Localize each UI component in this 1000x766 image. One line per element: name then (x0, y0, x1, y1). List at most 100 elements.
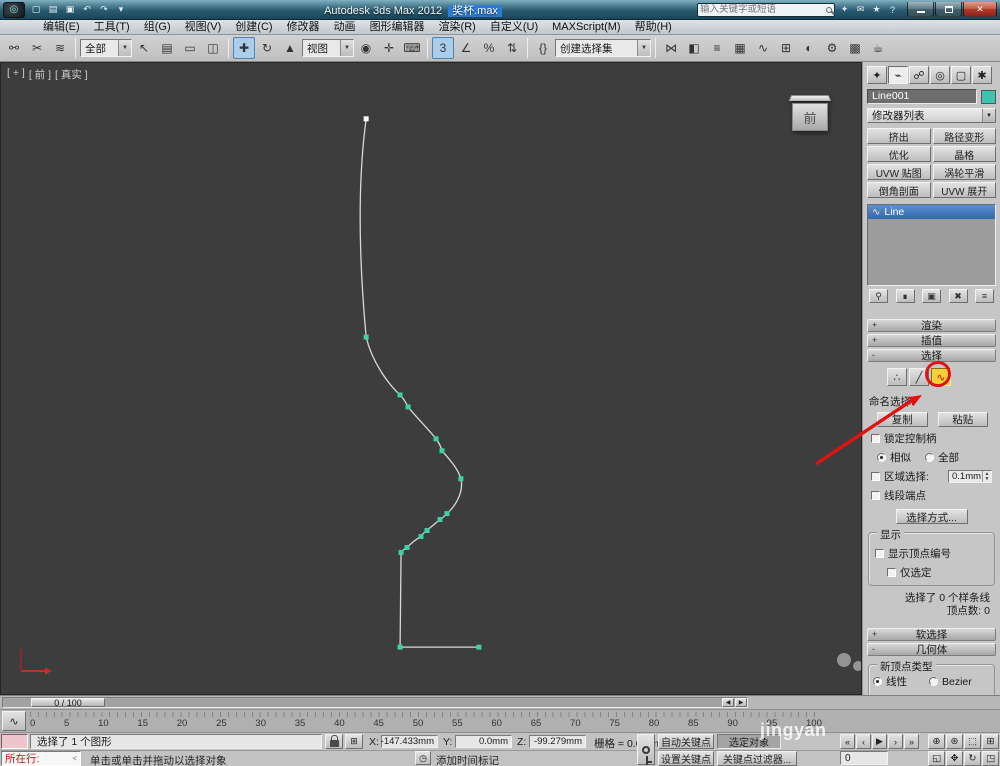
modifier-button[interactable]: 倒角剖面 (867, 182, 931, 198)
next-frame-icon[interactable]: › (888, 734, 903, 749)
reference-coordinate-dropdown[interactable]: 视图 ▼ (302, 39, 354, 57)
go-to-end-icon[interactable]: » (904, 734, 919, 749)
select-and-link-icon[interactable]: ⚯ (3, 37, 25, 59)
modifier-button[interactable]: 路径变形 (932, 128, 996, 144)
schematic-view-icon[interactable]: ⊞ (775, 37, 797, 59)
modifier-list-dropdown[interactable]: 修改器列表 ▼ (867, 108, 996, 123)
area-selection-checkbox[interactable] (871, 472, 880, 481)
modifier-button[interactable]: UVW 贴图 (867, 164, 931, 180)
utilities-tab[interactable]: ✱ (972, 66, 992, 84)
spline-vertex[interactable] (405, 404, 411, 410)
open-file-icon[interactable]: ▤ (45, 2, 61, 17)
use-pivot-center-icon[interactable]: ◉ (355, 37, 377, 59)
align-icon[interactable]: ◧ (683, 37, 705, 59)
zoom-all-icon[interactable]: ⊛ (946, 734, 963, 749)
spline-vertex[interactable] (418, 534, 424, 539)
maximize-viewport-icon[interactable]: ◳ (982, 751, 999, 766)
add-time-tag[interactable]: 添加时间标记 (436, 753, 499, 766)
spline-vertex[interactable] (404, 544, 410, 550)
menu-item[interactable]: 渲染(R) (432, 20, 483, 34)
keyboard-override-icon[interactable]: ⌨ (401, 37, 423, 59)
vertex-type-radio[interactable]: Bezier (929, 674, 990, 689)
segment-end-checkbox[interactable]: 线段端点 (871, 488, 1000, 503)
spline-vertex[interactable] (363, 116, 369, 122)
subscription-icon[interactable]: ✦ (837, 3, 852, 17)
similar-radio[interactable]: 相似 (877, 450, 911, 465)
modify-tab[interactable]: ⌁ (888, 66, 908, 84)
zoom-region-icon[interactable]: ◱ (928, 751, 945, 766)
edit-named-selection-sets-icon[interactable]: {} (532, 37, 554, 59)
layer-manager-icon[interactable]: ≡ (706, 37, 728, 59)
select-by-name-icon[interactable]: ▤ (156, 37, 178, 59)
select-and-move-icon[interactable]: ✚ (233, 37, 255, 59)
project-folder-icon[interactable]: ▾ (113, 2, 129, 17)
modifier-button[interactable]: 挤出 (867, 128, 931, 144)
spline-vertex[interactable] (397, 392, 403, 398)
search-input[interactable] (700, 4, 826, 15)
menu-item[interactable]: 修改器 (280, 20, 327, 34)
pan-icon[interactable]: ✥ (946, 751, 963, 766)
macro-recorder-pane[interactable] (1, 734, 28, 749)
select-and-rotate-icon[interactable]: ↻ (256, 37, 278, 59)
mini-curve-editor-icon[interactable]: ∿ (2, 711, 26, 731)
spline-vertex[interactable] (458, 476, 464, 482)
all-radio[interactable]: 全部 (925, 450, 959, 465)
viewcube[interactable]: 前 (783, 93, 839, 137)
viewport-front[interactable]: [ + ] [ 前 ] [ 真实 ] 前 (0, 62, 862, 695)
modifier-button[interactable]: 涡轮平滑 (932, 164, 996, 180)
configure-modifier-sets-icon[interactable]: ≡ (975, 289, 994, 303)
create-tab[interactable]: ✦ (867, 66, 887, 84)
viewport-menu-general[interactable]: [ + ] (7, 67, 25, 82)
menu-item[interactable]: 创建(C) (228, 20, 279, 34)
graphite-ribbon-icon[interactable]: ▦ (729, 37, 751, 59)
material-editor-icon[interactable]: ◐ (798, 37, 820, 59)
spline-curve[interactable] (359, 118, 479, 648)
modifier-stack[interactable]: ∿ Line (867, 204, 996, 286)
viewport-menu-view[interactable]: [ 前 ] (29, 67, 51, 82)
rollout-geometry[interactable]: - 几何体 (867, 643, 996, 656)
y-coordinate-field[interactable]: 0.0mm (455, 735, 512, 748)
object-color-swatch[interactable] (981, 89, 996, 104)
remove-modifier-icon[interactable]: ✖ (948, 289, 968, 303)
spinner-arrows-icon[interactable]: ▲ ▼ (982, 471, 991, 482)
snap-toggle-3d-icon[interactable]: 3 (432, 37, 454, 59)
menu-item[interactable]: 帮助(H) (628, 20, 679, 34)
spline-subobject-icon[interactable]: ∿ (931, 368, 951, 386)
angle-snap-icon[interactable]: ∠ (455, 37, 477, 59)
menu-item[interactable]: 工具(T) (87, 20, 137, 34)
minimize-button[interactable] (907, 2, 934, 17)
select-and-manipulate-icon[interactable]: ✛ (378, 37, 400, 59)
spline-vertex[interactable] (437, 517, 443, 523)
maxscript-listener-pane[interactable]: 所在行: < (1, 751, 81, 766)
spline-vertex[interactable] (433, 436, 439, 442)
area-threshold-field[interactable]: 0.1mm ▲ ▼ (948, 470, 992, 483)
menu-item[interactable]: 组(G) (137, 20, 178, 34)
zoom-extents-all-icon[interactable]: ⊞ (982, 734, 999, 749)
spline-vertex[interactable] (398, 549, 404, 555)
menu-item[interactable]: 视图(V) (178, 20, 229, 34)
help-icon[interactable]: ? (885, 3, 900, 17)
render-production-icon[interactable]: ☕ (867, 37, 889, 59)
percent-snap-icon[interactable]: % (478, 37, 500, 59)
listener-scroll-icon[interactable]: < (72, 754, 77, 763)
rollout-selection[interactable]: - 选择 (867, 349, 996, 362)
play-icon[interactable]: ▶ (872, 734, 887, 749)
paste-button[interactable]: 粘贴 (937, 412, 988, 427)
lock-handles-checkbox[interactable]: 锁定控制柄 (871, 431, 1000, 446)
communication-center-icon[interactable]: ✉ (853, 3, 868, 17)
rectangular-selection-region-icon[interactable]: ▭ (179, 37, 201, 59)
named-selection-set-dropdown[interactable]: 创建选择集 ▼ (555, 39, 651, 57)
x-coordinate-field[interactable]: -147.433mm (381, 735, 438, 748)
viewcube-top-face[interactable] (788, 95, 832, 102)
selected-only-checkbox[interactable]: 仅选定 (887, 565, 990, 580)
spline-vertex[interactable] (476, 644, 482, 650)
spline-vertex[interactable] (424, 528, 430, 534)
close-button[interactable]: ✕ (963, 2, 997, 17)
absolute-mode-icon[interactable]: ⊞ (345, 734, 363, 749)
current-frame-field[interactable]: 0 (840, 751, 888, 765)
spline-vertex[interactable] (363, 334, 369, 340)
time-slider-handle[interactable]: 0 / 100 (31, 698, 105, 708)
rendered-frame-icon[interactable]: ▩ (844, 37, 866, 59)
select-and-scale-icon[interactable]: ▲ (279, 37, 301, 59)
viewport-menu-shading[interactable]: [ 真实 ] (55, 67, 88, 82)
